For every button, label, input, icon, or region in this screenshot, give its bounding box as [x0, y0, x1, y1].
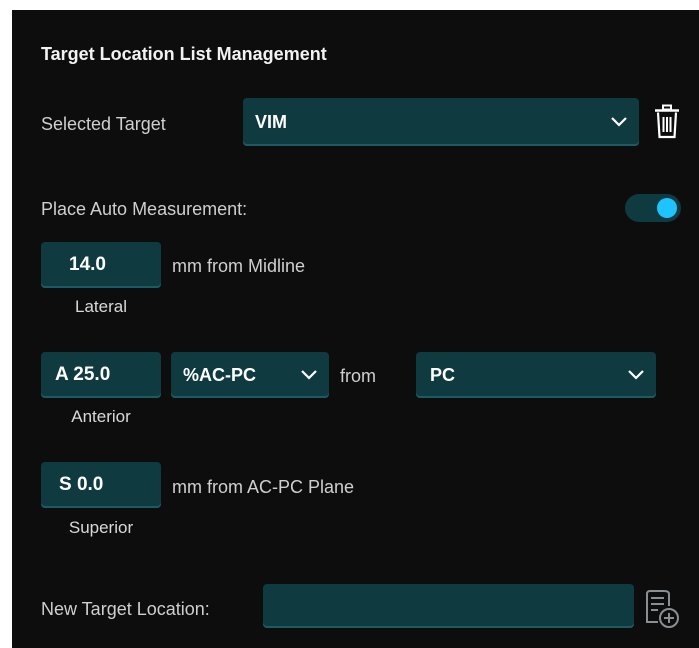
anterior-unit-value: %AC-PC	[183, 364, 257, 385]
reference-point-value: PC	[430, 364, 456, 385]
anterior-unit-dropdown[interactable]: %AC-PC	[171, 352, 329, 398]
anterior-caption: Anterior	[71, 407, 131, 426]
lateral-input[interactable]: 14.0	[41, 242, 161, 288]
trash-icon[interactable]	[652, 104, 682, 140]
selected-target-value: VIM	[255, 111, 288, 132]
superior-caption: Superior	[68, 518, 134, 537]
panel-title: Target Location List Management	[41, 44, 327, 64]
new-target-label: New Target Location:	[41, 599, 210, 619]
chevron-down-icon	[611, 117, 627, 127]
chevron-down-icon	[301, 370, 317, 380]
from-label: from	[340, 366, 376, 386]
selected-target-dropdown[interactable]: VIM	[243, 98, 639, 146]
new-target-input[interactable]	[263, 584, 634, 628]
auto-measurement-toggle[interactable]	[625, 194, 681, 222]
place-auto-measurement-label: Place Auto Measurement:	[41, 199, 248, 219]
target-location-panel: Target Location List Management Selected…	[12, 10, 699, 648]
superior-unit-text: mm from AC-PC Plane	[172, 477, 355, 497]
superior-input[interactable]: S 0.0	[41, 462, 161, 508]
selected-target-label: Selected Target	[41, 114, 166, 134]
toggle-knob	[657, 198, 677, 218]
reference-point-dropdown[interactable]: PC	[416, 352, 656, 398]
chevron-down-icon	[628, 370, 644, 380]
lateral-unit-text: mm from Midline	[172, 256, 306, 276]
lateral-caption: Lateral	[75, 297, 127, 316]
anterior-input[interactable]: A 25.0	[41, 352, 161, 398]
add-document-icon[interactable]	[642, 588, 684, 632]
